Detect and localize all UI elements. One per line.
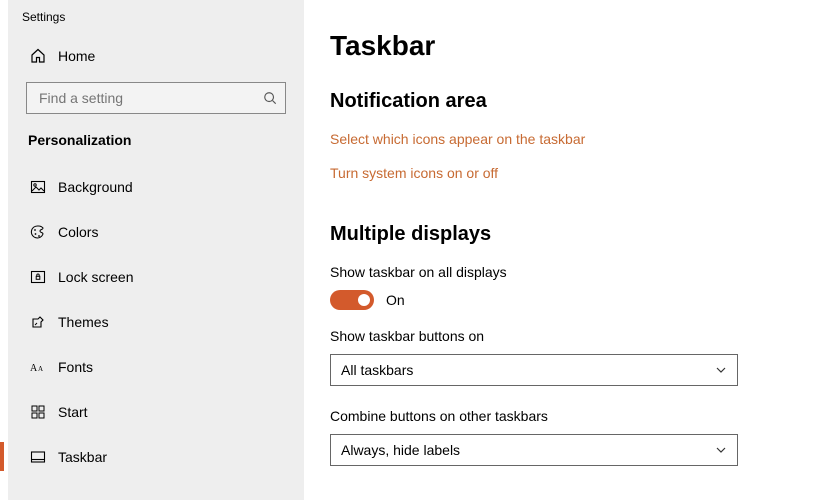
sidebar: Settings Home Personalization Background bbox=[8, 0, 304, 500]
nav-label: Themes bbox=[58, 314, 109, 330]
toggle-show-all-displays[interactable] bbox=[330, 290, 374, 310]
page-title: Taskbar bbox=[330, 30, 766, 62]
partial-edge-gutter bbox=[0, 0, 8, 500]
nav-start[interactable]: Start bbox=[8, 389, 304, 434]
lock-screen-icon bbox=[30, 269, 58, 285]
combo-combine-other[interactable]: Always, hide labels bbox=[330, 434, 738, 466]
combo-buttons-on-value: All taskbars bbox=[341, 362, 413, 378]
nav-taskbar[interactable]: Taskbar bbox=[8, 434, 304, 479]
themes-icon bbox=[30, 314, 58, 330]
nav-label: Background bbox=[58, 179, 133, 195]
label-show-all-displays: Show taskbar on all displays bbox=[330, 264, 766, 280]
nav-lock-screen[interactable]: Lock screen bbox=[8, 254, 304, 299]
link-system-icons[interactable]: Turn system icons on or off bbox=[330, 165, 766, 181]
nav-colors[interactable]: Colors bbox=[8, 209, 304, 254]
fonts-icon: AA bbox=[30, 359, 58, 375]
svg-text:A: A bbox=[38, 365, 43, 373]
label-buttons-on: Show taskbar buttons on bbox=[330, 328, 766, 344]
nav-home-label: Home bbox=[58, 48, 95, 64]
chevron-down-icon bbox=[715, 444, 727, 456]
nav-label: Taskbar bbox=[58, 449, 107, 465]
link-select-icons[interactable]: Select which icons appear on the taskbar bbox=[330, 131, 766, 147]
search-icon bbox=[263, 91, 277, 105]
home-icon bbox=[30, 48, 58, 64]
nav-background[interactable]: Background bbox=[8, 164, 304, 209]
picture-icon bbox=[30, 179, 58, 195]
combo-buttons-on[interactable]: All taskbars bbox=[330, 354, 738, 386]
nav-label: Start bbox=[58, 404, 88, 420]
section-header: Personalization bbox=[8, 132, 304, 164]
toggle-state-label: On bbox=[386, 292, 405, 308]
content-pane: Taskbar Notification area Select which i… bbox=[304, 0, 816, 500]
chevron-down-icon bbox=[715, 364, 727, 376]
nav-label: Fonts bbox=[58, 359, 93, 375]
combo-combine-other-value: Always, hide labels bbox=[341, 442, 460, 458]
group-multiple-displays: Multiple displays bbox=[330, 223, 766, 246]
svg-text:A: A bbox=[30, 363, 38, 374]
nav-home[interactable]: Home bbox=[8, 38, 304, 74]
nav-fonts[interactable]: AA Fonts bbox=[8, 344, 304, 389]
search-input[interactable] bbox=[37, 89, 263, 107]
taskbar-icon bbox=[30, 449, 58, 465]
palette-icon bbox=[30, 224, 58, 240]
app-title: Settings bbox=[8, 6, 304, 38]
group-notification-area: Notification area bbox=[330, 90, 766, 113]
nav-themes[interactable]: Themes bbox=[8, 299, 304, 344]
start-icon bbox=[30, 404, 58, 420]
nav-label: Colors bbox=[58, 224, 98, 240]
toggle-knob bbox=[358, 294, 370, 306]
search-box[interactable] bbox=[26, 82, 286, 114]
nav-label: Lock screen bbox=[58, 269, 133, 285]
label-combine-other: Combine buttons on other taskbars bbox=[330, 408, 766, 424]
